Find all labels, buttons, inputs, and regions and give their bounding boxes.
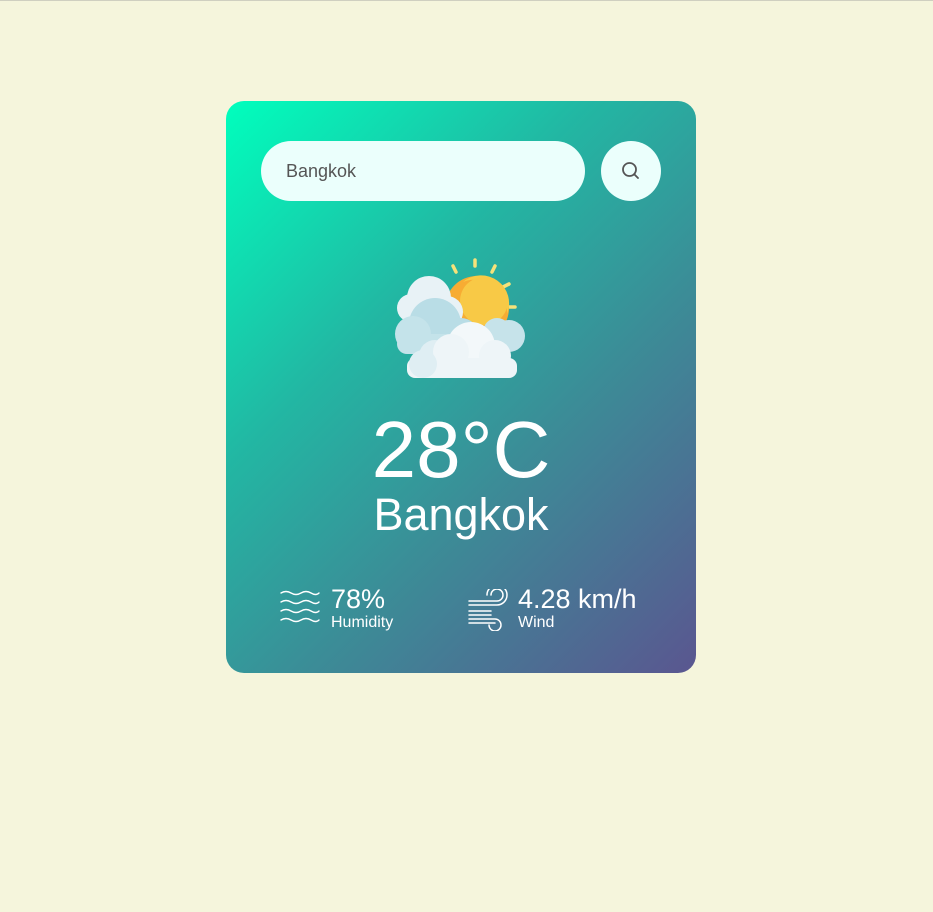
- humidity-waves-icon: [280, 590, 320, 623]
- temperature: 28°C: [371, 405, 551, 494]
- partly-cloudy-icon: [395, 258, 525, 378]
- city-name: Bangkok: [373, 489, 549, 540]
- humidity-label: Humidity: [331, 614, 394, 631]
- city-search-input[interactable]: [261, 141, 585, 201]
- humidity-value: 78%: [331, 584, 386, 614]
- search-icon: [622, 162, 639, 179]
- page-top-border: [0, 0, 933, 1]
- wind-icon: [468, 589, 508, 631]
- wind-value: 4.28 km/h: [518, 584, 637, 614]
- search-bar: [261, 141, 661, 201]
- wind-label: Wind: [518, 614, 555, 631]
- weather-card: 28°C Bangkok 78% Humidity 4.28 km/h: [226, 101, 696, 673]
- search-button[interactable]: [601, 141, 661, 201]
